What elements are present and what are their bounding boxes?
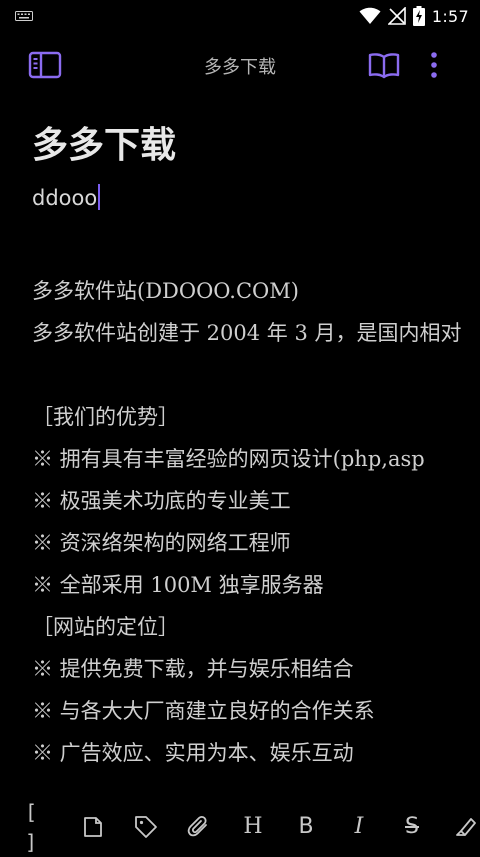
reading-mode-button[interactable]: [365, 48, 403, 82]
italic-button[interactable]: I: [344, 812, 374, 842]
text-cursor: [98, 184, 101, 210]
tag-icon: [135, 816, 157, 838]
note-line: 多多软件站(DDOOO.COM): [32, 279, 299, 303]
heading-button[interactable]: H: [238, 812, 268, 842]
bold-icon: B: [298, 814, 314, 839]
app-toolbar: 多多下载: [0, 40, 480, 90]
highlight-icon: [456, 818, 476, 836]
keyboard-icon: [15, 11, 33, 21]
embed-file-icon: [84, 817, 102, 837]
note-line: [32, 354, 480, 396]
note-line: ※ 资深络架构的网络工程师: [32, 531, 291, 555]
status-time: 1:57: [431, 6, 469, 26]
note-line: ［我们的优势］: [32, 405, 179, 429]
insert-wikilink-button[interactable]: [ ]: [25, 800, 55, 854]
note-body[interactable]: 多多软件站(DDOOO.COM) 多多软件站创建于 2004 年 3 月，是国内…: [32, 270, 480, 774]
editor-first-line[interactable]: ddooo: [32, 184, 101, 212]
note-line: ※ 与各大大厂商建立良好的合作关系: [32, 699, 375, 723]
sidebar-toggle-icon: [28, 51, 62, 79]
format-toolbar: [ ] H B I S: [0, 800, 480, 854]
wikilink-icon: [ ]: [25, 800, 38, 854]
highlight-button[interactable]: [450, 812, 480, 842]
strikethrough-button[interactable]: S: [397, 812, 427, 842]
insert-file-button[interactable]: [78, 812, 108, 842]
first-line-text: ddooo: [32, 186, 98, 210]
note-line: ［网站的定位］: [32, 615, 179, 639]
note-line: ※ 提供免费下载，并与娱乐相结合: [32, 657, 354, 681]
no-signal-icon: [387, 7, 406, 25]
insert-tag-button[interactable]: [131, 812, 161, 842]
bold-button[interactable]: B: [291, 812, 321, 842]
battery-charging-icon: [412, 6, 425, 26]
italic-icon: I: [354, 814, 364, 839]
note-line: ※ 极强美术功底的专业美工: [32, 489, 291, 513]
wifi-icon: [359, 7, 381, 24]
note-line: ※ 全部采用 100M 独享服务器: [32, 573, 324, 597]
more-options-button[interactable]: [420, 48, 448, 82]
sidebar-toggle-button[interactable]: [26, 48, 64, 82]
heading-icon: H: [243, 814, 263, 839]
strikethrough-icon: S: [405, 814, 419, 839]
more-vertical-icon: [431, 52, 437, 78]
note-title[interactable]: 多多下载: [32, 116, 176, 168]
attach-file-button[interactable]: [184, 812, 214, 842]
note-line: ※ 拥有具有丰富经验的网页设计(php,asp: [32, 447, 425, 471]
status-bar: 1:57: [0, 0, 480, 32]
attachment-icon: [187, 815, 207, 837]
note-line: 多多软件站创建于 2004 年 3 月，是国内相对: [32, 321, 462, 345]
note-line: ※ 广告效应、实用为本、娱乐互动: [32, 741, 354, 765]
toolbar-title: 多多下载: [204, 57, 276, 78]
reading-mode-icon: [368, 53, 400, 79]
